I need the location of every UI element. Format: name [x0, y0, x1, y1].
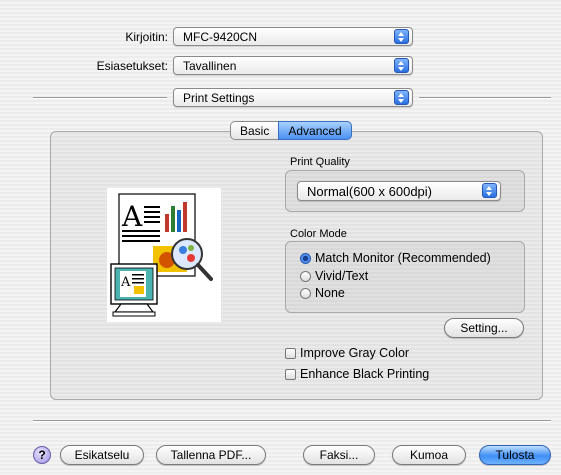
setting-button[interactable]: Setting... [444, 318, 524, 338]
checkbox-icon [285, 369, 296, 380]
radio-unselected-icon [300, 271, 311, 282]
separator-left [33, 97, 167, 99]
fax-button[interactable]: Faksi... [303, 445, 375, 465]
popup-arrows-icon [394, 90, 409, 105]
document-magnifier-icon: A A [110, 193, 213, 317]
checkbox-improve-gray-label: Improve Gray Color [300, 346, 410, 360]
tab-basic[interactable]: Basic [230, 121, 279, 140]
help-button[interactable]: ? [33, 446, 51, 464]
panel-select-value: Print Settings [183, 91, 255, 105]
panel-select[interactable]: Print Settings [173, 88, 413, 107]
printer-label: Kirjoitin: [125, 30, 168, 44]
tab-advanced[interactable]: Advanced [278, 121, 352, 140]
printer-select[interactable]: MFC-9420CN [173, 27, 413, 46]
radio-match-monitor-label: Match Monitor (Recommended) [315, 251, 491, 265]
print-quality-value: Normal(600 x 600dpi) [307, 184, 433, 199]
printer-select-value: MFC-9420CN [183, 30, 258, 44]
radio-vivid-text-label: Vivid/Text [315, 269, 369, 283]
radio-unselected-icon [300, 288, 311, 299]
presets-select[interactable]: Tavallinen [173, 56, 413, 75]
color-mode-title: Color Mode [290, 228, 347, 240]
print-quality-title: Print Quality [290, 156, 350, 168]
radio-selected-icon [300, 253, 311, 264]
bottom-separator [33, 420, 551, 422]
svg-text:A: A [120, 275, 131, 290]
print-quality-select[interactable]: Normal(600 x 600dpi) [297, 181, 501, 201]
tab-bar: Basic Advanced [230, 121, 352, 140]
svg-text:A: A [121, 200, 143, 233]
radio-none-label: None [315, 286, 345, 300]
print-button[interactable]: Tulosta [479, 445, 551, 465]
save-pdf-button[interactable]: Tallenna PDF... [156, 445, 266, 465]
popup-arrows-icon [482, 183, 497, 198]
popup-arrows-icon [394, 29, 409, 44]
preview-button[interactable]: Esikatselu [60, 445, 144, 465]
presets-select-value: Tavallinen [183, 59, 237, 73]
printer-monitor-illustration: A A [107, 188, 221, 322]
separator-right [419, 97, 551, 99]
popup-arrows-icon [394, 58, 409, 73]
presets-label: Esiasetukset: [96, 59, 168, 73]
checkbox-enhance-black-label: Enhance Black Printing [300, 367, 430, 381]
checkbox-icon [285, 348, 296, 359]
cancel-button[interactable]: Kumoa [392, 445, 466, 465]
